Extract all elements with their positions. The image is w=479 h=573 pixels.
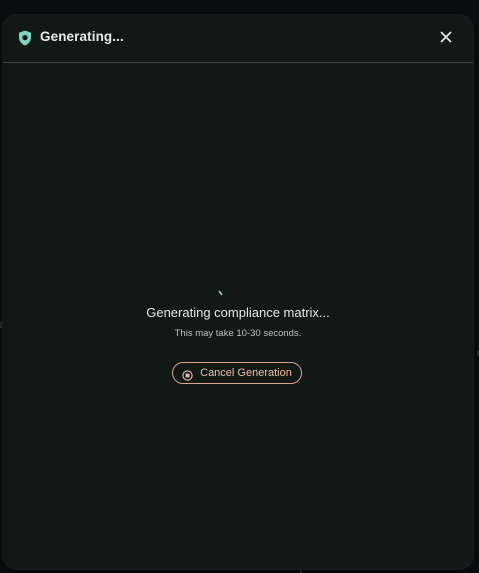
close-button[interactable] [435,28,457,50]
dialog-header: Generating... [3,15,473,63]
backdrop-edge-marker [0,322,2,328]
stop-circle-icon [182,368,193,381]
cancel-generation-button[interactable]: Cancel Generation [172,362,302,384]
close-icon [440,30,452,48]
status-hint: This may take 10-30 seconds. [174,328,302,339]
shield-icon [18,30,32,46]
cancel-button-label: Cancel Generation [200,367,292,379]
loading-spinner-icon [217,287,233,303]
dialog-title: Generating... [40,29,124,44]
status-message: Generating compliance matrix... [146,305,330,320]
generation-dialog: Generating... Generating compliance matr… [3,15,473,569]
backdrop-edge-marker [300,569,302,573]
